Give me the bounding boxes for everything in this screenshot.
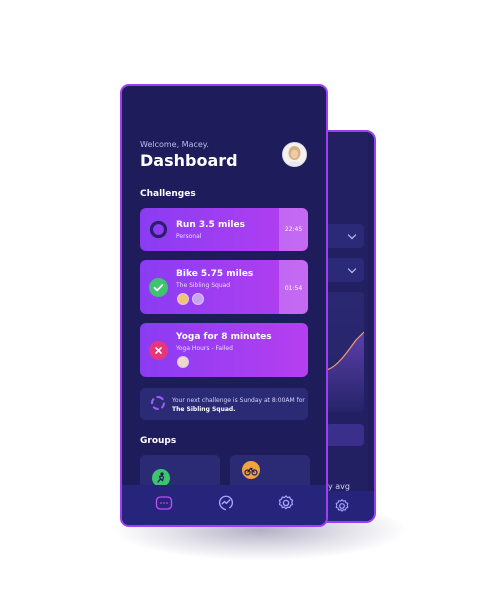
challenge-time: 22:45 xyxy=(284,226,303,233)
activity-icon xyxy=(218,495,234,511)
next-challenge-group: The Sibling Squad. xyxy=(172,406,236,413)
member-avatar xyxy=(192,293,204,305)
secondary-chart-panel xyxy=(326,292,364,412)
challenge-subtitle: Personal xyxy=(176,233,202,240)
challenge-title: Bike 5.75 miles xyxy=(176,269,254,279)
challenge-title: Yoga for 8 minutes xyxy=(176,332,272,342)
member-avatar xyxy=(177,356,189,368)
progress-ring-icon xyxy=(149,220,168,239)
avatar[interactable] xyxy=(282,142,307,167)
challenges-heading: Challenges xyxy=(140,189,196,199)
messages-icon xyxy=(155,496,173,510)
bottom-nav-bar xyxy=(122,485,326,525)
dashboard-phone-screen: Welcome, Macey. Dashboard Challenges Run… xyxy=(120,84,328,527)
bike-icon xyxy=(242,461,260,479)
challenge-card-bike[interactable]: Bike 5.75 miles The Sibling Squad 01:54 xyxy=(140,260,308,314)
user-avatar-icon xyxy=(283,143,306,166)
groups-heading: Groups xyxy=(140,436,177,446)
challenge-subtitle: The Sibling Squad xyxy=(176,282,231,289)
settings-icon xyxy=(278,495,294,510)
nav-messages[interactable] xyxy=(155,494,173,512)
page-title: Dashboard xyxy=(140,151,238,170)
chevron-down-icon xyxy=(347,230,357,240)
welcome-text: Welcome, Macey. xyxy=(140,140,209,149)
challenge-time: 01:54 xyxy=(284,285,303,292)
chevron-down-icon xyxy=(347,264,357,274)
close-icon xyxy=(149,341,168,360)
secondary-dropdown-2[interactable] xyxy=(326,258,364,282)
member-avatar xyxy=(177,293,189,305)
next-challenge-notice: Your next challenge is Sunday at 8:00AM … xyxy=(140,388,308,420)
secondary-dropdown-1[interactable] xyxy=(326,224,364,248)
nav-settings[interactable] xyxy=(277,494,295,512)
challenge-card-run[interactable]: Run 3.5 miles Personal 22:45 xyxy=(140,208,308,251)
next-challenge-text: Your next challenge is Sunday at 8:00AM … xyxy=(172,397,305,413)
challenge-title: Run 3.5 miles xyxy=(176,220,245,230)
schedule-icon xyxy=(151,396,165,410)
settings-icon[interactable] xyxy=(334,498,350,514)
secondary-chart-line xyxy=(326,331,364,412)
secondary-avg-label: y avg xyxy=(328,482,350,491)
challenge-subtitle: Yoga Hours - Failed xyxy=(176,345,233,352)
nav-activity[interactable] xyxy=(217,494,235,512)
secondary-highlight-bar xyxy=(326,424,364,446)
challenge-card-yoga[interactable]: Yoga for 8 minutes Yoga Hours - Failed xyxy=(140,323,308,377)
check-icon xyxy=(149,278,168,297)
